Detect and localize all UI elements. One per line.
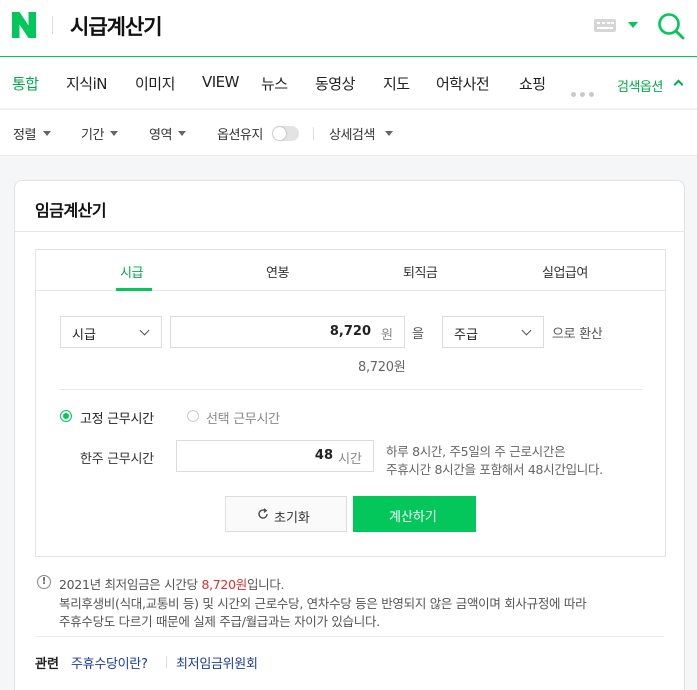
keep-options-label: 옵션유지 (217, 128, 263, 143)
chevron-down-icon (178, 131, 186, 136)
tab-news[interactable]: 뉴스 (261, 73, 288, 94)
chevron-down-icon (385, 131, 393, 136)
convert-suffix: 으로 환산 (552, 327, 603, 342)
chevron-down-icon[interactable] (628, 22, 638, 28)
tab-video[interactable]: 동영상 (315, 73, 355, 94)
link-weekly-holiday-pay[interactable]: 주휴수당이란? (71, 653, 148, 672)
card-title: 임금계산기 (35, 201, 107, 220)
tab-integrated[interactable]: 통합 (12, 73, 39, 94)
chevron-down-icon (110, 131, 118, 136)
link-minimum-wage-commission[interactable]: 최저임금위원회 (176, 653, 258, 672)
to-unit-value: 주급 (454, 328, 478, 343)
calculate-button[interactable]: 계산하기 (353, 496, 476, 532)
to-unit-select[interactable]: 주급 (442, 316, 544, 348)
divider (313, 127, 314, 140)
sort-dropdown[interactable]: 정렬 (13, 124, 36, 143)
search-options-toggle[interactable]: 검색옵션 (617, 76, 663, 95)
tab-dictionary[interactable]: 어학사전 (436, 73, 490, 94)
info-icon: ! (37, 575, 51, 589)
hours-note-line2: 주휴시간 8시간을 포함해서 48시간입니다. (386, 462, 603, 477)
tab-view[interactable]: VIEW (202, 73, 240, 91)
logo-divider (52, 16, 53, 34)
calculator-tabs: 시급 연봉 퇴직금 실업급여 (36, 250, 665, 291)
tab-images[interactable]: 이미지 (135, 73, 175, 94)
naver-n-logo-icon[interactable] (12, 12, 36, 38)
search-tabs: 통합 지식iN 이미지 VIEW 뉴스 동영상 지도 어학사전 쇼핑 검색옵션 (0, 58, 697, 108)
notice-text: 2021년 최저임금은 시간당 (59, 577, 202, 592)
weekly-hours-value: 48 (314, 448, 333, 463)
tab-unemployment[interactable]: 실업급여 (542, 262, 588, 281)
chevron-down-icon (139, 325, 150, 336)
weekly-hours-input[interactable]: 48 시간 (176, 440, 374, 472)
radio-select-hours-label[interactable]: 선택 근무시간 (206, 408, 280, 427)
divider (15, 231, 684, 232)
divider (166, 656, 167, 668)
tab-hourly[interactable]: 시급 (120, 262, 143, 281)
keep-options-toggle[interactable] (272, 126, 299, 141)
amount-hint: 8,720원 (358, 360, 406, 375)
period-dropdown[interactable]: 기간 (81, 124, 104, 143)
reset-button[interactable]: 초기화 (225, 496, 347, 532)
tab-annual[interactable]: 연봉 (266, 262, 289, 281)
minimum-wage-notice: 2021년 최저임금은 시간당 8,720원입니다. (59, 574, 285, 593)
radio-fixed-hours-label[interactable]: 고정 근무시간 (80, 408, 154, 427)
chevron-down-icon (43, 131, 51, 136)
keyboard-icon[interactable] (594, 19, 616, 32)
related-label: 관련 (35, 657, 59, 672)
tab-severance[interactable]: 퇴직금 (403, 262, 438, 281)
search-header: 시급계산기 (0, 0, 697, 57)
area-dropdown[interactable]: 영역 (149, 124, 172, 143)
calculator-panel: 시급 연봉 퇴직금 실업급여 시급 8,720 원 을 주급 으로 환산 8,7… (35, 249, 666, 557)
divider (60, 389, 643, 390)
search-options-bar: 정렬 기간 영역 옵션유지 상세검색 (0, 109, 697, 156)
amount-input[interactable]: 8,720 원 (170, 316, 405, 348)
reset-button-label: 초기화 (274, 511, 310, 526)
chevron-down-icon (521, 325, 532, 336)
tab-shopping[interactable]: 쇼핑 (519, 73, 546, 94)
radio-select-hours[interactable] (187, 410, 199, 422)
from-unit-select[interactable]: 시급 (60, 316, 162, 348)
tab-knowledge-in[interactable]: 지식iN (66, 73, 108, 94)
particle-label: 을 (412, 327, 424, 342)
notice-line2: 복리후생비(식대,교통비 등) 및 시간외 근로수당, 연차수당 등은 반영되지… (59, 596, 587, 611)
minimum-wage-value: 8,720원 (201, 577, 247, 592)
amount-unit: 원 (381, 328, 393, 343)
divider (35, 636, 664, 637)
advanced-search-dropdown[interactable]: 상세검색 (329, 124, 375, 143)
from-unit-value: 시급 (72, 328, 96, 343)
hours-unit: 시간 (338, 452, 362, 467)
notice-line3: 주휴수당도 다르기 때문에 실제 주급/월급과는 자이가 있습니다. (59, 614, 380, 629)
active-tab-indicator (116, 288, 152, 291)
tab-map[interactable]: 지도 (383, 73, 410, 94)
calculate-button-label: 계산하기 (389, 510, 437, 525)
search-query-title[interactable]: 시급계산기 (70, 11, 163, 41)
more-tabs-icon[interactable] (571, 82, 598, 101)
chevron-up-icon[interactable] (673, 79, 684, 90)
hours-note-line1: 하루 8시간, 주5일의 주 근로시간은 (386, 444, 566, 459)
amount-value: 8,720 (329, 324, 371, 339)
wage-calculator-card: 임금계산기 시급 연봉 퇴직금 실업급여 시급 8,720 원 을 주급 으로 … (14, 180, 685, 690)
notice-text: 입니다. (246, 577, 285, 592)
radio-fixed-hours[interactable] (60, 410, 72, 422)
refresh-icon (258, 508, 268, 519)
search-icon[interactable] (657, 12, 685, 40)
weekly-hours-label: 한주 근무시간 (80, 452, 154, 467)
